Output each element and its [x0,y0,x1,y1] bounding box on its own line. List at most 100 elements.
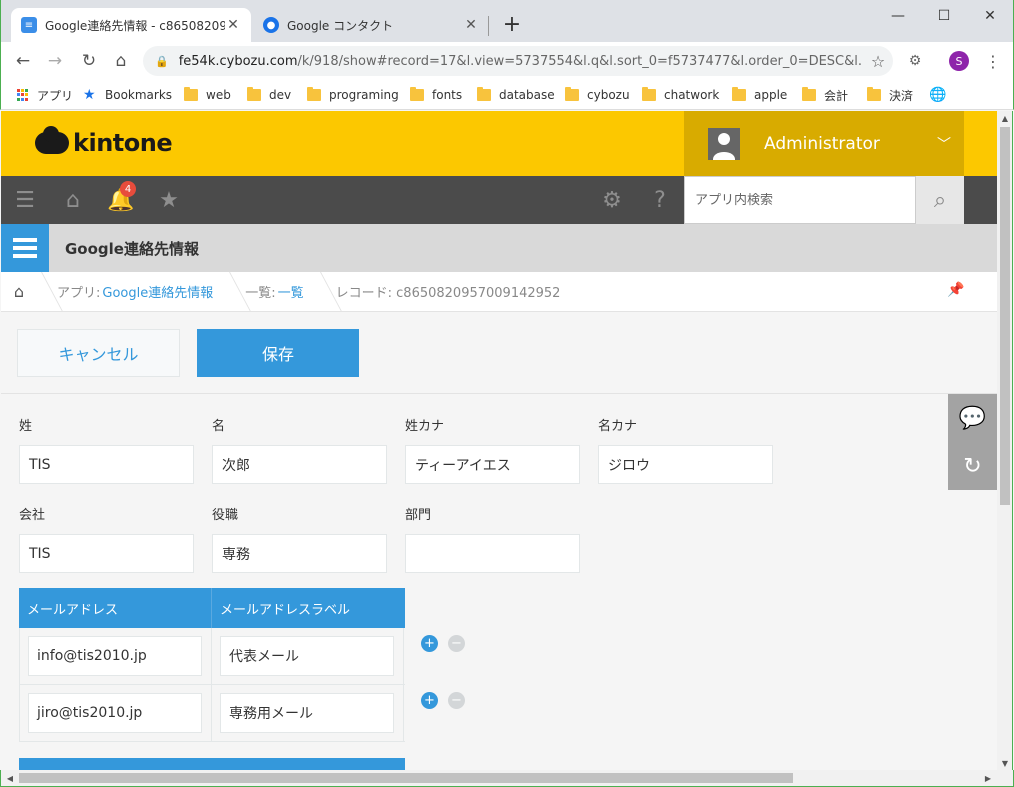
mei-kana-input[interactable]: ジロウ [598,445,773,484]
side-panel: 💬 ↻ [948,394,997,490]
save-button[interactable]: 保存 [197,329,359,377]
tab-separator [488,16,489,36]
bookmark-programing[interactable]: programing [307,86,399,104]
email-cell: jiro@tis2010.jp [20,685,212,741]
scroll-right-icon[interactable]: ▶ [981,772,995,784]
column-header-email: メールアドレス [19,588,212,628]
bookmark-label: 決済 [889,88,914,103]
vertical-scrollbar[interactable]: ▲ ▼ [997,111,1013,770]
url-text: fe54k.cybozu.com/k/918/show#record=17&l.… [179,54,863,69]
bookmark-label: web [206,88,231,102]
sei-input[interactable]: TIS [19,445,194,484]
back-icon[interactable]: ← [11,49,35,73]
folder-icon [642,87,656,101]
mei-input[interactable]: 次郎 [212,445,387,484]
bookmark-star-icon[interactable]: ☆ [863,52,893,71]
settings-gear-icon[interactable]: ⚙ [598,186,626,214]
profile-avatar[interactable]: S [949,51,969,71]
vertical-scroll-thumb[interactable] [1000,127,1010,505]
bookmark-globe[interactable]: 🌐 [929,86,946,104]
bookmark-fonts[interactable]: fonts [410,86,462,104]
star-icon: ★ [83,87,96,103]
bookmark-kaikei[interactable]: 会計 [802,86,848,104]
email-input[interactable]: info@tis2010.jp [28,636,202,676]
minimize-icon[interactable]: — [875,4,921,28]
bookmark-kessai[interactable]: 決済 [867,86,913,104]
email-cell: info@tis2010.jp [20,628,212,684]
bookmark-database[interactable]: database [477,86,555,104]
breadcrumb: ⌂ アプリ: Google連絡先情報 一覧: 一覧 レコード: c8650820… [1,272,997,312]
add-row-icon[interactable]: + [421,635,438,652]
bookmark-cybozu[interactable]: cybozu [565,86,630,104]
scroll-down-icon[interactable]: ▼ [997,756,1013,770]
cancel-button[interactable]: キャンセル [17,329,180,377]
pin-icon[interactable]: 📌 [947,282,964,298]
action-bar: キャンセル 保存 [1,313,997,394]
lock-icon: 🔒 [155,54,169,68]
kintone-logo[interactable]: kintone [35,126,173,157]
maximize-icon[interactable]: ☐ [921,4,967,28]
favorites-star-icon[interactable]: ★ [155,186,183,214]
remove-row-icon[interactable]: − [448,635,465,652]
close-tab-icon[interactable]: ✕ [225,17,241,33]
field-sei: 姓 TIS [19,415,195,484]
portal-home-icon[interactable]: ⌂ [59,186,87,214]
department-input[interactable] [405,534,580,573]
window-close-icon[interactable]: ✕ [967,4,1013,28]
remove-row-icon[interactable]: − [448,692,465,709]
scroll-up-icon[interactable]: ▲ [997,111,1013,125]
search-icon[interactable]: ⌕ [916,176,964,224]
email-label-cell: 代表メール [212,628,404,684]
app-search-box[interactable] [684,176,916,224]
email-label-input[interactable]: 専務用メール [220,693,394,733]
bookmark-web[interactable]: web [184,86,231,104]
app-search-input[interactable] [695,192,915,208]
email-input[interactable]: jiro@tis2010.jp [28,693,202,733]
browser-menu-icon[interactable]: ⋮ [983,51,1003,71]
bookmark-label: アプリ [37,88,74,103]
home-icon[interactable]: ⌂ [109,49,133,73]
bookmark-label: chatwork [664,88,720,102]
bookmark-label: cybozu [587,88,630,102]
horizontal-scrollbar[interactable]: ◀ ▶ [0,770,1014,787]
new-tab-icon[interactable]: + [501,12,523,37]
reload-icon[interactable]: ↻ [77,49,101,73]
bookmark-apple[interactable]: apple [732,86,787,104]
address-bar: ← → ↻ ⌂ 🔒 fe54k.cybozu.com/k/918/show#re… [0,42,1014,80]
add-row-icon[interactable]: + [421,692,438,709]
horizontal-scroll-thumb[interactable] [19,773,793,783]
tab-kintone-record[interactable]: ≡ Google連絡先情報 - c8650820957 ✕ [11,8,251,42]
bookmark-label: 会計 [824,88,849,103]
breadcrumb-list-link[interactable]: 一覧 [278,282,304,301]
email-label-input[interactable]: 代表メール [220,636,394,676]
field-company: 会社 TIS [19,504,195,573]
breadcrumb-app-link[interactable]: Google連絡先情報 [102,282,213,301]
user-name: Administrator [764,133,880,154]
folder-icon [307,87,321,101]
bookmark-bookmarks[interactable]: ★ Bookmarks [83,86,172,104]
breadcrumb-record-id: レコード: c8650820957009142952 [335,286,561,301]
hamburger-menu-icon[interactable]: ☰ [11,186,39,214]
job-title-input[interactable]: 専務 [212,534,387,573]
close-tab-icon[interactable]: ✕ [463,17,479,33]
extension-gear-icon[interactable]: ⚙ [905,51,925,71]
forward-icon[interactable]: → [43,49,67,73]
scroll-left-icon[interactable]: ◀ [3,772,17,784]
bookmark-label: dev [269,88,292,102]
history-icon[interactable]: ↻ [963,454,981,479]
sei-kana-input[interactable]: ティーアイエス [405,445,580,484]
help-icon[interactable]: ? [646,186,674,214]
comment-icon[interactable]: 💬 [959,406,986,431]
bookmark-apps[interactable]: アプリ [17,86,73,104]
tab-google-contacts[interactable]: ● Google コンタクト ✕ [253,8,489,42]
app-list-icon[interactable] [1,224,49,272]
bookmark-dev[interactable]: dev [247,86,291,104]
url-omnibox[interactable]: 🔒 fe54k.cybozu.com/k/918/show#record=17&… [143,46,893,76]
bookmark-chatwork[interactable]: chatwork [642,86,719,104]
email-label-cell: 専務用メール [212,685,404,741]
logo-text: kintone [73,129,173,157]
user-menu[interactable]: Administrator ﹀ [684,111,964,176]
bookmark-label: Bookmarks [105,88,173,102]
company-input[interactable]: TIS [19,534,194,573]
breadcrumb-home-icon[interactable]: ⌂ [1,282,37,301]
